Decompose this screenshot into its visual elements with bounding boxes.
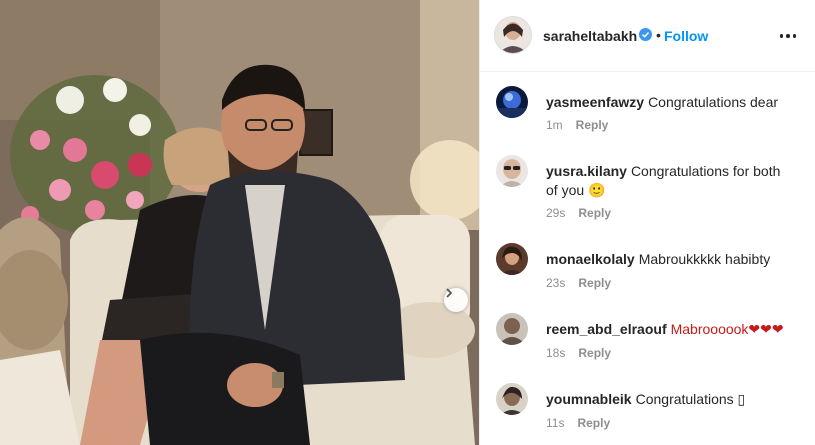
comment-text: Mabroukkkkk habibty [638,251,771,267]
author-username[interactable]: saraheltabakh [543,28,637,44]
commenter-avatar[interactable] [496,313,528,345]
commenter-avatar-image [496,383,528,415]
comment-username[interactable]: youmnableik [546,391,632,407]
comment-meta: 23s Reply [546,276,611,290]
post-header: saraheltabakh • Follow [480,0,815,72]
comment-time[interactable]: 18s [546,346,565,360]
comment-username[interactable]: yusra.kilany [546,163,627,179]
commenter-avatar[interactable] [496,86,528,118]
comment-text-block: reem_abd_elraouf Mabroooook❤❤❤ [546,320,786,339]
post-sidebar: saraheltabakh • Follow yasmeenfawzy Congr… [479,0,815,445]
commenter-avatar[interactable] [496,243,528,275]
reply-button[interactable]: Reply [577,416,610,430]
comment-text-block: yasmeenfawzy Congratulations dear [546,93,786,112]
video-frame [0,0,479,445]
author-avatar[interactable] [494,16,532,54]
post-media-video[interactable] [0,0,479,445]
author-avatar-image [495,17,531,53]
separator-dot: • [656,27,661,43]
commenter-avatar-image [496,313,528,345]
reply-button[interactable]: Reply [576,118,609,132]
comment-text-block: yusra.kilany Congratulations for both of … [546,162,786,200]
commenter-avatar[interactable] [496,155,528,187]
chevron-right-icon [446,288,453,298]
follow-button[interactable]: Follow [664,28,708,44]
comment-time[interactable]: 11s [546,416,564,430]
comment-text-block: youmnableik Congratulations ▯ [546,390,786,409]
comment-meta: 18s Reply [546,346,611,360]
comment-time[interactable]: 23s [546,276,565,290]
more-options-icon[interactable] [778,26,798,46]
comment-text: Congratulations ▯ [635,391,746,407]
commenter-avatar-image [496,86,528,118]
comment-meta: 29s Reply [546,206,611,220]
comment-username[interactable]: reem_abd_elraouf [546,321,667,337]
comment-time[interactable]: 29s [546,206,565,220]
comment-username[interactable]: yasmeenfawzy [546,94,644,110]
comment-text: Congratulations dear [648,94,779,110]
commenter-avatar[interactable] [496,383,528,415]
commenter-avatar-image [496,155,528,187]
comment-text-block: monaelkolaly Mabroukkkkk habibty [546,250,786,269]
reply-button[interactable]: Reply [578,206,611,220]
verified-badge-icon [639,28,652,41]
next-media-button[interactable] [444,288,468,312]
reply-button[interactable]: Reply [578,346,611,360]
comment-meta: 1m Reply [546,118,608,132]
comment-meta: 11s Reply [546,416,610,430]
reply-button[interactable]: Reply [578,276,611,290]
comment-username[interactable]: monaelkolaly [546,251,635,267]
comment-time[interactable]: 1m [546,118,563,132]
comment-text: Mabroooook❤❤❤ [670,321,784,337]
commenter-avatar-image [496,243,528,275]
